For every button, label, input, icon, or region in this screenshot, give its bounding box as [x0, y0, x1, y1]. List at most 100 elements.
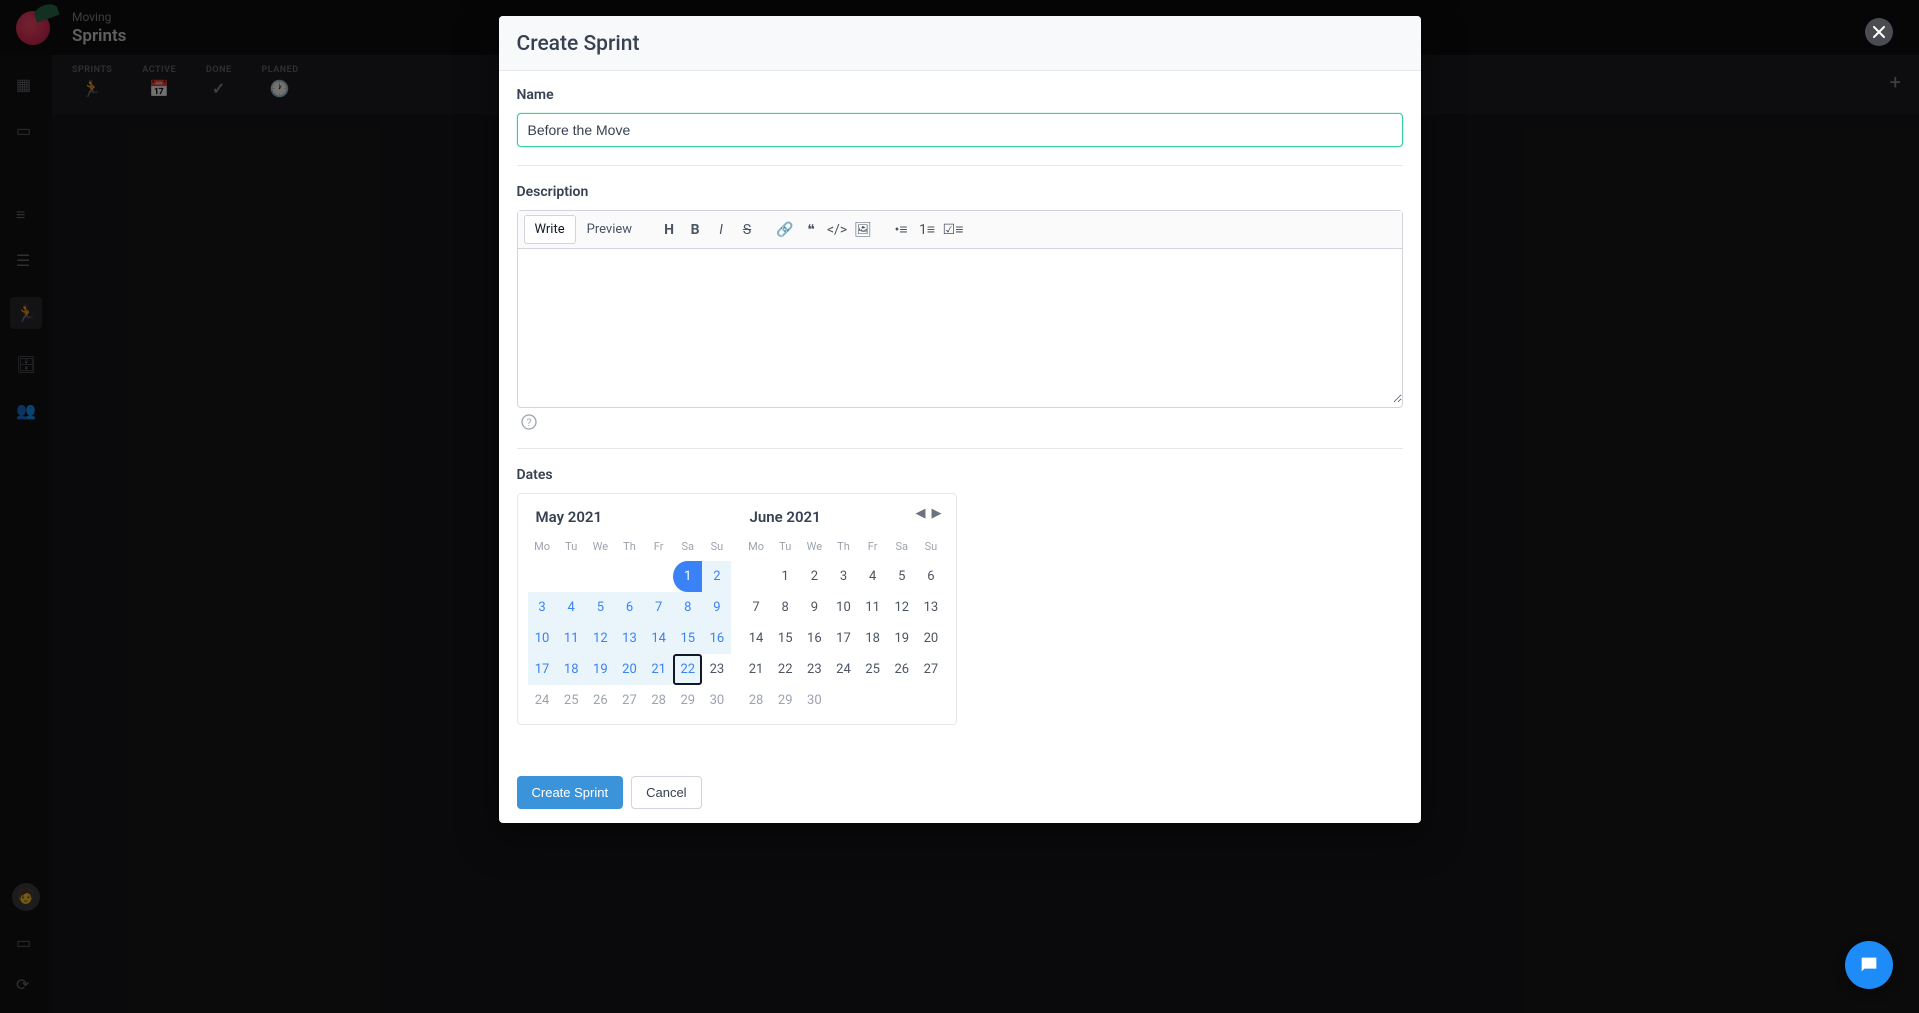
calendar-day[interactable]: 29: [771, 685, 800, 716]
calendar-day[interactable]: 19: [887, 623, 916, 654]
code-icon[interactable]: </>: [825, 218, 849, 242]
editor-tab-write[interactable]: Write: [524, 215, 576, 244]
calendar-day[interactable]: 13: [615, 623, 644, 654]
calendar-day[interactable]: 27: [916, 654, 945, 685]
calendar-day[interactable]: 30: [702, 685, 731, 716]
calendar-day[interactable]: 12: [586, 623, 615, 654]
chat-icon: [1858, 954, 1880, 976]
calendar-day[interactable]: 28: [742, 685, 771, 716]
sprint-name-input[interactable]: [517, 113, 1403, 147]
calendar-day[interactable]: 17: [829, 623, 858, 654]
calendar-day[interactable]: 6: [615, 592, 644, 623]
heading-icon[interactable]: H: [657, 218, 681, 242]
calendar-day[interactable]: 22: [771, 654, 800, 685]
chat-widget-button[interactable]: [1845, 941, 1893, 989]
quote-icon[interactable]: ❝: [799, 218, 823, 242]
calendar-day: [586, 561, 615, 592]
editor-tab-preview[interactable]: Preview: [576, 215, 643, 244]
calendar-day[interactable]: 6: [916, 561, 945, 592]
calendar-dow: Sa: [673, 536, 702, 561]
calendar-day[interactable]: 29: [673, 685, 702, 716]
calendar-day[interactable]: 21: [742, 654, 771, 685]
calendar-day[interactable]: 10: [829, 592, 858, 623]
calendar-day[interactable]: 11: [557, 623, 586, 654]
calendar-day[interactable]: 14: [644, 623, 673, 654]
calendar-day[interactable]: 20: [615, 654, 644, 685]
calendar-day[interactable]: 13: [916, 592, 945, 623]
calendar-day[interactable]: 25: [858, 654, 887, 685]
calendar-day[interactable]: 2: [800, 561, 829, 592]
calendar-day[interactable]: 3: [528, 592, 557, 623]
task-list-icon[interactable]: ☑≡: [941, 218, 965, 242]
dates-section: Dates ◀ ▶ May 2021 MoTuWeThFrSaSu 123456…: [517, 467, 1403, 743]
create-sprint-button[interactable]: Create Sprint: [517, 776, 624, 809]
svg-text:?: ?: [526, 418, 531, 429]
modal-header: Create Sprint: [499, 16, 1421, 71]
strikethrough-icon[interactable]: S: [735, 218, 759, 242]
calendar-dow: Fr: [858, 536, 887, 561]
calendar-day[interactable]: 5: [887, 561, 916, 592]
image-icon[interactable]: 🖼: [851, 218, 875, 242]
calendar-day[interactable]: 18: [557, 654, 586, 685]
number-list-icon[interactable]: 1≡: [915, 218, 939, 242]
modal-title: Create Sprint: [517, 32, 1403, 56]
calendar-dow: Su: [702, 536, 731, 561]
calendar-day[interactable]: 14: [742, 623, 771, 654]
editor-toolbar: Write Preview H B I S 🔗 ❝ </> 🖼: [518, 211, 1402, 249]
calendar-day[interactable]: 24: [829, 654, 858, 685]
calendar-dow: Su: [916, 536, 945, 561]
name-section: Name: [517, 87, 1403, 166]
calendar-day[interactable]: 22: [673, 654, 702, 685]
calendar-day[interactable]: 26: [887, 654, 916, 685]
calendar-day[interactable]: 19: [586, 654, 615, 685]
calendar-day[interactable]: 20: [916, 623, 945, 654]
calendar-day[interactable]: 27: [615, 685, 644, 716]
calendar-day[interactable]: 16: [702, 623, 731, 654]
calendar-day[interactable]: 23: [800, 654, 829, 685]
calendar-day[interactable]: 3: [829, 561, 858, 592]
calendar-day[interactable]: 28: [644, 685, 673, 716]
calendar-day[interactable]: 11: [858, 592, 887, 623]
calendar-day[interactable]: 17: [528, 654, 557, 685]
calendar-day[interactable]: 4: [557, 592, 586, 623]
modal-footer: Create Sprint Cancel: [499, 761, 1421, 823]
calendar-next-icon[interactable]: ▶: [932, 506, 942, 521]
description-textarea[interactable]: [518, 249, 1402, 403]
calendar-day[interactable]: 23: [702, 654, 731, 685]
calendar-day: [916, 685, 945, 716]
calendar-prev-icon[interactable]: ◀: [916, 506, 926, 521]
calendar-dow: Th: [615, 536, 644, 561]
calendar-day[interactable]: 9: [702, 592, 731, 623]
calendar-day[interactable]: 10: [528, 623, 557, 654]
calendar-day[interactable]: 12: [887, 592, 916, 623]
calendar-day[interactable]: 24: [528, 685, 557, 716]
calendar-day[interactable]: 21: [644, 654, 673, 685]
cancel-button[interactable]: Cancel: [631, 776, 701, 809]
calendar-day[interactable]: 8: [673, 592, 702, 623]
calendar-day[interactable]: 5: [586, 592, 615, 623]
calendar-day[interactable]: 15: [771, 623, 800, 654]
link-icon[interactable]: 🔗: [773, 218, 797, 242]
calendar-day[interactable]: 8: [771, 592, 800, 623]
close-modal-button[interactable]: [1865, 18, 1893, 46]
description-section: Description Write Preview H B I S 🔗: [517, 184, 1403, 449]
bold-icon[interactable]: B: [683, 218, 707, 242]
calendar-day[interactable]: 1: [771, 561, 800, 592]
italic-icon[interactable]: I: [709, 218, 733, 242]
calendar-day[interactable]: 1: [673, 561, 702, 592]
calendar-day[interactable]: 4: [858, 561, 887, 592]
calendar-day[interactable]: 7: [644, 592, 673, 623]
calendar-day[interactable]: 2: [702, 561, 731, 592]
calendar-day[interactable]: 7: [742, 592, 771, 623]
calendar-month-right: June 2021 MoTuWeThFrSaSu 123456789101112…: [742, 508, 946, 716]
calendar-day[interactable]: 25: [557, 685, 586, 716]
calendar-day[interactable]: 9: [800, 592, 829, 623]
bullet-list-icon[interactable]: •≡: [889, 218, 913, 242]
calendar-day[interactable]: 30: [800, 685, 829, 716]
calendar-day[interactable]: 15: [673, 623, 702, 654]
calendar-day[interactable]: 18: [858, 623, 887, 654]
editor-help-button[interactable]: ?: [517, 408, 1403, 430]
calendar-dow: Sa: [887, 536, 916, 561]
calendar-day[interactable]: 26: [586, 685, 615, 716]
calendar-day[interactable]: 16: [800, 623, 829, 654]
